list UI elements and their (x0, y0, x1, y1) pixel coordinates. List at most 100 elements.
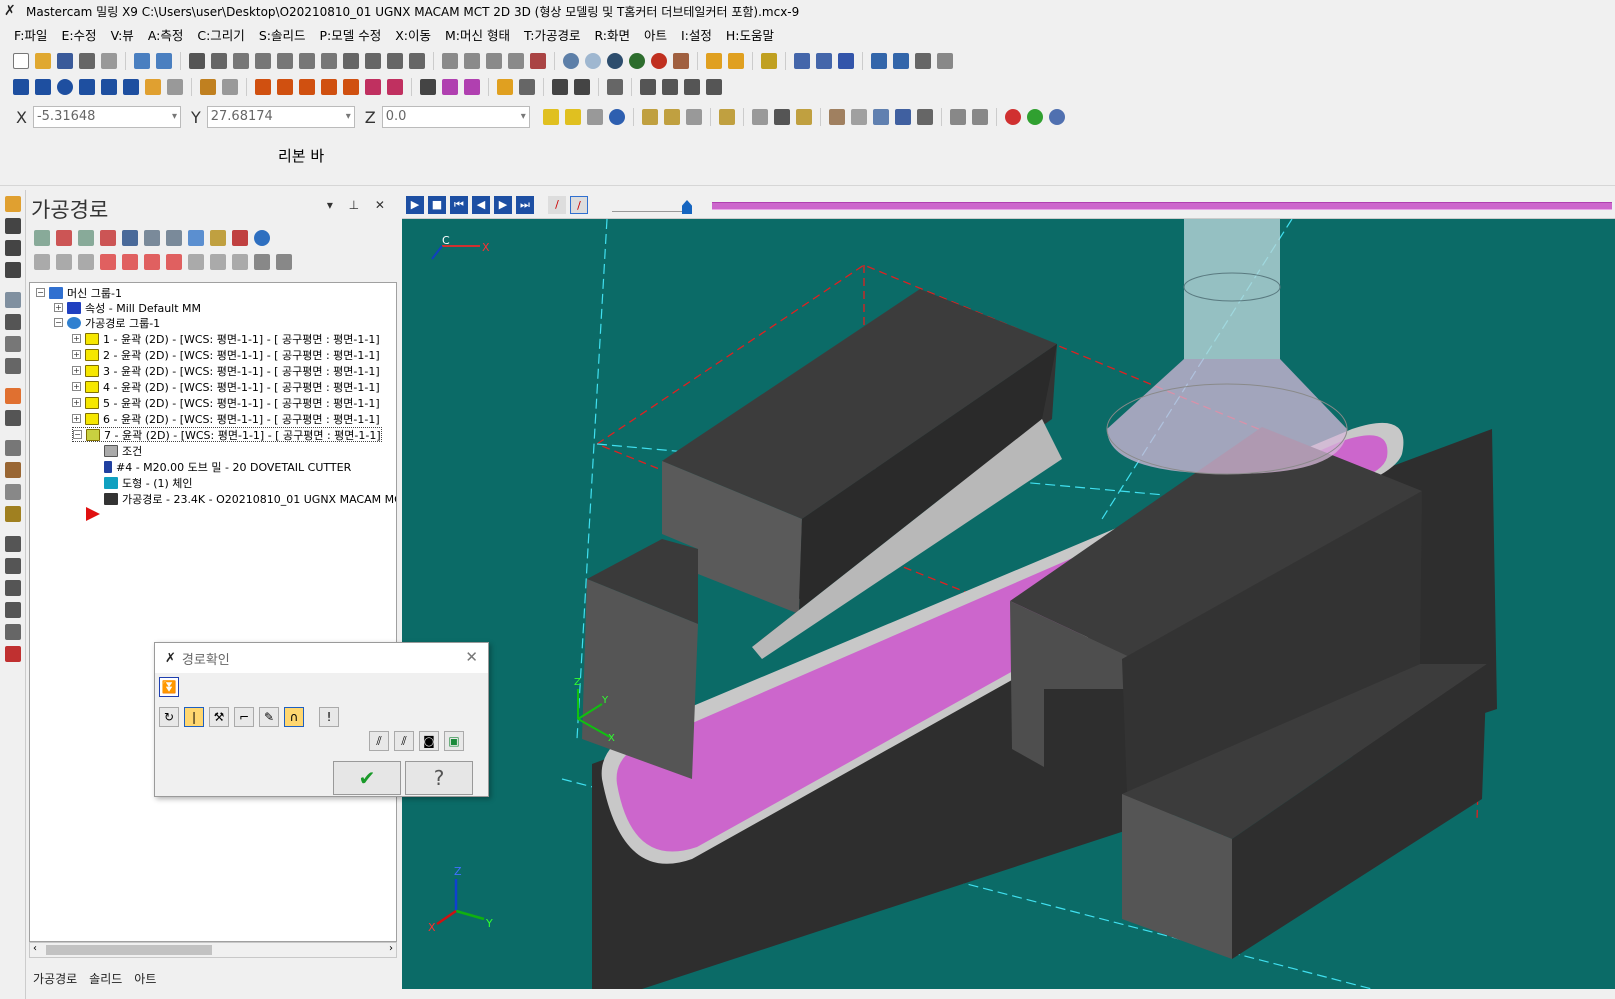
collapse-icon[interactable]: − (36, 288, 45, 297)
spline-icon[interactable] (123, 79, 139, 95)
collapse-all-icon[interactable] (210, 254, 226, 270)
ok-button[interactable]: ✔ (333, 761, 401, 795)
face-select-icon[interactable] (850, 109, 867, 125)
menu-toolpaths[interactable]: T:가공경로 (524, 25, 580, 44)
regenerate-icon[interactable] (78, 230, 94, 246)
tree-machine-group[interactable]: − 머신 그룹-1 (36, 285, 122, 300)
slot-icon[interactable] (5, 336, 21, 352)
leader-icon[interactable] (519, 79, 535, 95)
surface-rough-icon[interactable] (5, 536, 21, 552)
surface-pencil-icon[interactable] (5, 602, 21, 618)
progress-bar[interactable] (712, 202, 1612, 210)
tree-operation[interactable]: + 2 - 윤곽 (2D) - [WCS: 평면-1-1] - [ 공구평면 :… (72, 347, 380, 362)
path-all-icon[interactable]: ⫽ (394, 731, 414, 751)
view-front-icon[interactable] (464, 53, 480, 69)
break-icon[interactable] (222, 79, 238, 95)
help-what-icon[interactable] (794, 53, 810, 69)
expand-icon[interactable]: + (72, 398, 81, 407)
new-file-icon[interactable] (13, 53, 29, 69)
fit-icon[interactable] (189, 53, 205, 69)
grid-icon[interactable] (442, 79, 458, 95)
cylinder-icon[interactable] (145, 79, 161, 95)
tree-properties[interactable]: + 속성 - Mill Default MM (54, 300, 201, 315)
query-icon[interactable] (608, 109, 625, 125)
shading-options-icon[interactable] (673, 53, 689, 69)
mesh-repair-icon[interactable] (684, 79, 700, 95)
list-icon[interactable] (915, 53, 931, 69)
mesh-export-icon[interactable] (706, 79, 722, 95)
toggle-post-icon[interactable] (78, 254, 94, 270)
display-endpoints-icon[interactable]: ⌐ (234, 707, 254, 727)
vertex-select-icon[interactable] (894, 109, 911, 125)
graphics-viewport[interactable]: C X Z Y X Z X Y (402, 219, 1615, 989)
unzoom-icon[interactable] (299, 53, 315, 69)
hidden-line-icon[interactable] (607, 53, 623, 69)
insert-arrow-marker-icon[interactable] (86, 507, 100, 521)
zoom-target-icon[interactable] (255, 53, 271, 69)
expand-icon[interactable]: + (72, 414, 81, 423)
menu-file[interactable]: F:파일 (14, 25, 47, 44)
mask-icon[interactable] (949, 109, 966, 125)
translucent-icon[interactable] (651, 53, 667, 69)
contour-icon[interactable] (5, 240, 21, 256)
z-coordinate-field[interactable]: 0.0 (381, 106, 530, 128)
delete-ops-icon[interactable] (232, 230, 248, 246)
help-icon[interactable] (816, 53, 832, 69)
menu-view[interactable]: V:뷰 (111, 25, 134, 44)
view-iso-icon[interactable] (508, 53, 524, 69)
magnify-icon[interactable] (409, 53, 425, 69)
window-select-icon[interactable] (751, 109, 768, 125)
scroll-to-arrow-icon[interactable] (166, 254, 182, 270)
insert-icon[interactable] (464, 79, 480, 95)
panel-controls[interactable]: ▾ ⊥ ✕ (327, 198, 391, 212)
print-preview-icon[interactable] (101, 53, 117, 69)
scroll-right-icon[interactable]: › (389, 943, 393, 954)
hatch-icon[interactable] (607, 79, 623, 95)
expand-dialog-icon[interactable]: ⏬ (159, 677, 179, 697)
tree-operation[interactable]: + 1 - 윤곽 (2D) - [WCS: 평면-1-1] - [ 공구평면 :… (72, 331, 380, 346)
step-forward-button[interactable]: ▶ (494, 196, 512, 214)
save-icon[interactable] (57, 53, 73, 69)
display-holder-icon[interactable]: ❘ (184, 707, 204, 727)
xform-scale-icon[interactable] (321, 79, 337, 95)
display-mode-button[interactable]: / (570, 196, 588, 214)
select-verify-icon[interactable] (685, 109, 702, 125)
menu-settings[interactable]: I:설정 (681, 25, 712, 44)
mesh-edit-icon[interactable] (662, 79, 678, 95)
clear-icon[interactable] (586, 109, 603, 125)
info-icon[interactable] (1048, 109, 1065, 125)
path-display-icon[interactable]: ⫽ (369, 731, 389, 751)
tree-toolpath[interactable]: 가공경로 - 23.4K - O20210810_01 UGNX MACAM M… (104, 491, 396, 506)
analyze-icon[interactable] (761, 53, 777, 69)
display-tool-icon[interactable]: ↻ (159, 707, 179, 727)
edit-icon[interactable] (728, 53, 744, 69)
wireframe-icon[interactable] (563, 53, 579, 69)
quick-verify-icon[interactable]: ✎ (259, 707, 279, 727)
machine-icon[interactable] (5, 196, 21, 212)
tab-art[interactable]: 아트 (128, 966, 162, 990)
rectangle-icon[interactable] (79, 79, 95, 95)
xform-rotate-icon[interactable] (277, 79, 293, 95)
circle-icon[interactable] (57, 79, 73, 95)
fast-point-icon[interactable] (542, 109, 559, 125)
play-button[interactable]: ▶ (406, 196, 424, 214)
tree-operation[interactable]: + 3 - 윤곽 (2D) - [WCS: 평면-1-1] - [ 공구평면 :… (72, 363, 380, 378)
tab-toolpaths[interactable]: 가공경로 (27, 966, 83, 990)
arc-icon[interactable] (101, 79, 117, 95)
xform-offset-icon[interactable] (343, 79, 359, 95)
customize-icon[interactable] (937, 53, 953, 69)
tree-parameters[interactable]: 조건 (104, 443, 142, 458)
view-top-icon[interactable] (442, 53, 458, 69)
tree-horizontal-scrollbar[interactable]: ‹ › (29, 942, 397, 958)
stop-icon[interactable] (1004, 109, 1021, 125)
step-back-button[interactable]: ◀ (472, 196, 490, 214)
tab-solids[interactable]: 솔리드 (83, 966, 128, 990)
stock-icon[interactable] (5, 646, 21, 662)
mesh-icon[interactable] (640, 79, 656, 95)
highfeed-icon[interactable] (210, 230, 226, 246)
insert-arrow-icon[interactable] (144, 254, 160, 270)
trim-icon[interactable] (200, 79, 216, 95)
tree-tool[interactable]: #4 - M20.00 도브 밀 - 20 DOVETAIL CUTTER (104, 459, 351, 474)
move-down-icon[interactable] (100, 254, 116, 270)
x-coordinate-field[interactable]: -5.31648 (32, 106, 181, 128)
